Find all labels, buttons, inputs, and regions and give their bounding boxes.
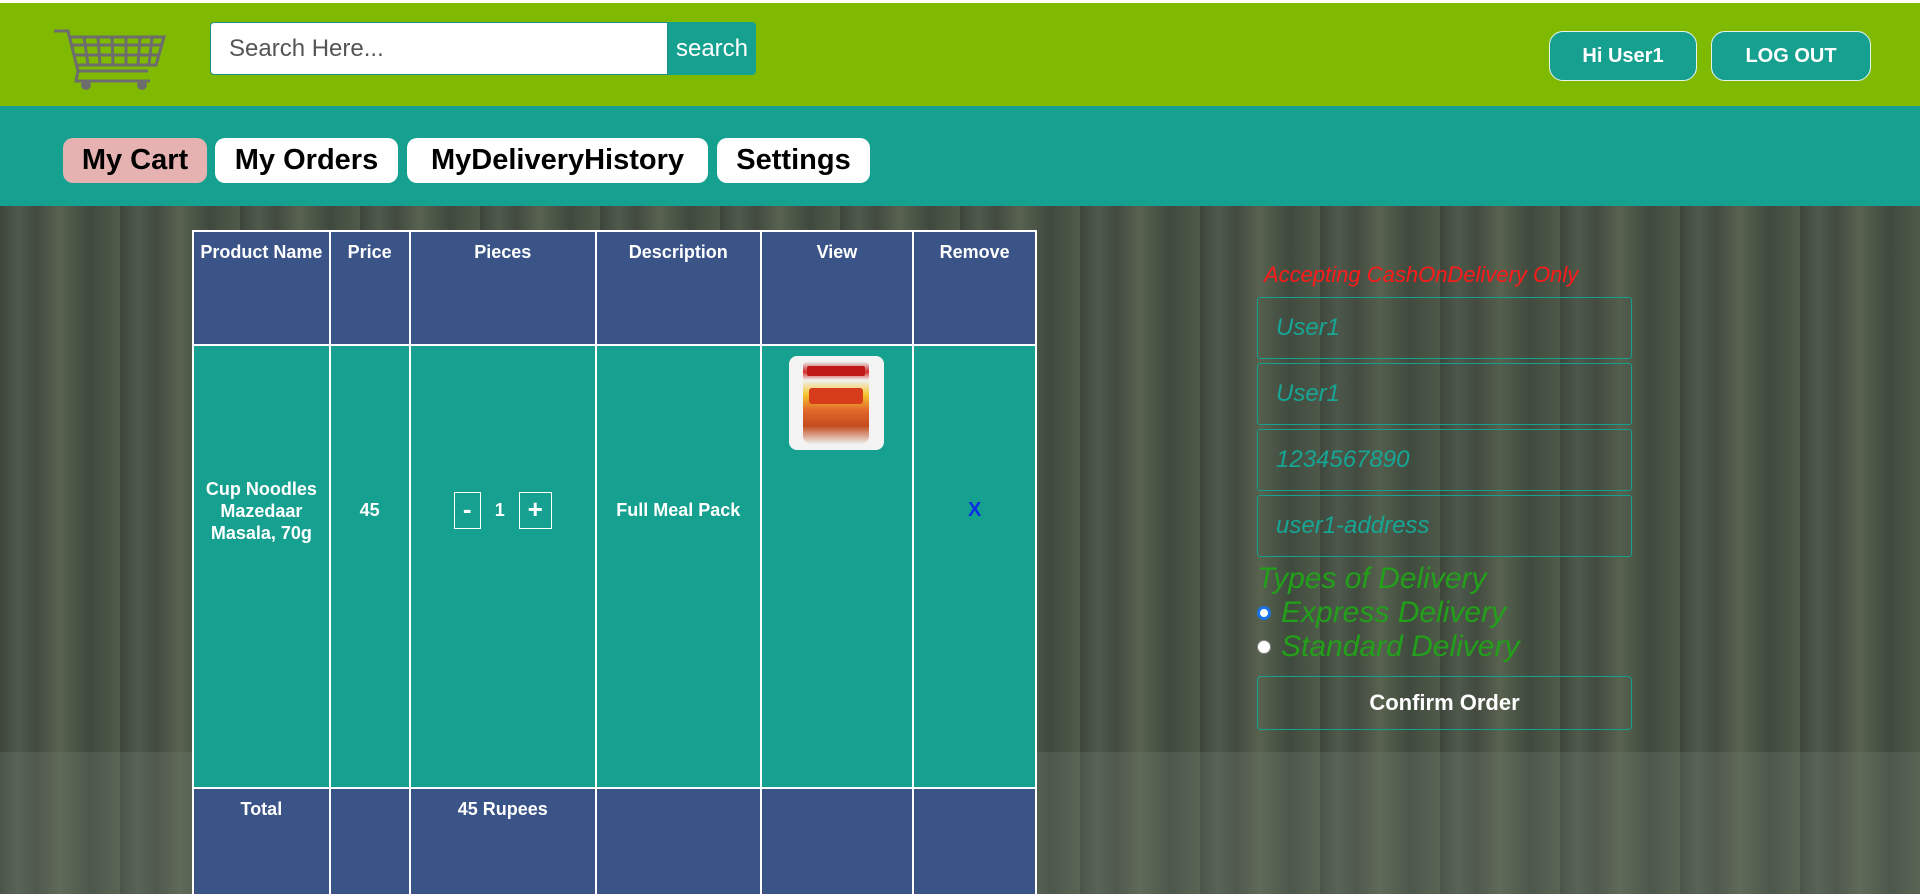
tab-my-orders[interactable]: My Orders: [215, 138, 398, 183]
search-input[interactable]: Search Here...: [210, 22, 668, 75]
quantity-value: 1: [494, 500, 505, 520]
confirm-order-button[interactable]: Confirm Order: [1257, 676, 1632, 730]
description-cell: Full Meal Pack: [595, 344, 762, 789]
footer-empty-cell: [759, 787, 915, 894]
quantity-stepper: - 1 +: [411, 492, 595, 529]
footer-empty-cell: [328, 787, 411, 894]
header-bar: Search Here... search Hi User1 LOG OUT: [0, 3, 1920, 106]
user-greeting-button[interactable]: Hi User1: [1549, 31, 1697, 81]
cart-table: Product Name Price Pieces Description Vi…: [192, 230, 1037, 894]
column-header-pieces: Pieces: [408, 230, 598, 346]
view-cell: [759, 344, 915, 789]
pieces-cell: - 1 +: [408, 344, 598, 789]
noodle-brand-band: [807, 366, 866, 376]
product-image[interactable]: [789, 356, 885, 450]
tab-settings[interactable]: Settings: [717, 138, 870, 183]
column-header-view: View: [759, 230, 915, 346]
express-delivery-radio[interactable]: [1257, 606, 1271, 620]
delivery-type-heading: Types of Delivery: [1257, 562, 1487, 595]
logout-button[interactable]: LOG OUT: [1711, 31, 1871, 81]
nav-bar: My Cart My Orders MyDeliveryHistory Sett…: [0, 106, 1920, 206]
shopping-cart-icon[interactable]: [52, 25, 167, 91]
remove-cell: X: [912, 344, 1037, 789]
column-header-description: Description: [595, 230, 762, 346]
column-header-price: Price: [328, 230, 411, 346]
price-cell: 45: [328, 344, 411, 789]
standard-delivery-radio[interactable]: [1257, 640, 1271, 654]
express-delivery-label: Express Delivery: [1281, 596, 1507, 629]
total-value: 45 Rupees: [408, 787, 598, 894]
cod-note: Accepting CashOnDelivery Only: [1264, 262, 1579, 287]
total-label: Total: [192, 787, 331, 894]
search-button[interactable]: search: [668, 22, 756, 75]
table-row: Cup Noodles Mazedaar Masala, 70g 45 - 1 …: [192, 344, 1037, 789]
table-footer-row: Total 45 Rupees: [192, 787, 1037, 894]
table-header-row: Product Name Price Pieces Description Vi…: [192, 230, 1037, 346]
decrease-quantity-button[interactable]: -: [453, 492, 481, 529]
phone-field[interactable]: 1234567890: [1257, 429, 1632, 491]
standard-delivery-option[interactable]: Standard Delivery: [1257, 630, 1519, 664]
footer-empty-cell: [912, 787, 1037, 894]
standard-delivery-label: Standard Delivery: [1281, 630, 1520, 663]
column-header-remove: Remove: [912, 230, 1037, 346]
address-field[interactable]: user1-address: [1257, 495, 1632, 557]
column-header-product-name: Product Name: [192, 230, 331, 346]
remove-item-button[interactable]: X: [968, 499, 981, 521]
express-delivery-option[interactable]: Express Delivery: [1257, 596, 1506, 630]
product-name-cell: Cup Noodles Mazedaar Masala, 70g: [192, 344, 331, 789]
username-field[interactable]: User1: [1257, 363, 1632, 425]
footer-empty-cell: [595, 787, 762, 894]
name-field[interactable]: User1: [1257, 297, 1632, 359]
noodle-label-band: [809, 388, 864, 404]
tab-my-delivery-history[interactable]: MyDeliveryHistory: [407, 138, 708, 183]
tab-my-cart[interactable]: My Cart: [63, 138, 207, 183]
increase-quantity-button[interactable]: +: [518, 492, 552, 529]
